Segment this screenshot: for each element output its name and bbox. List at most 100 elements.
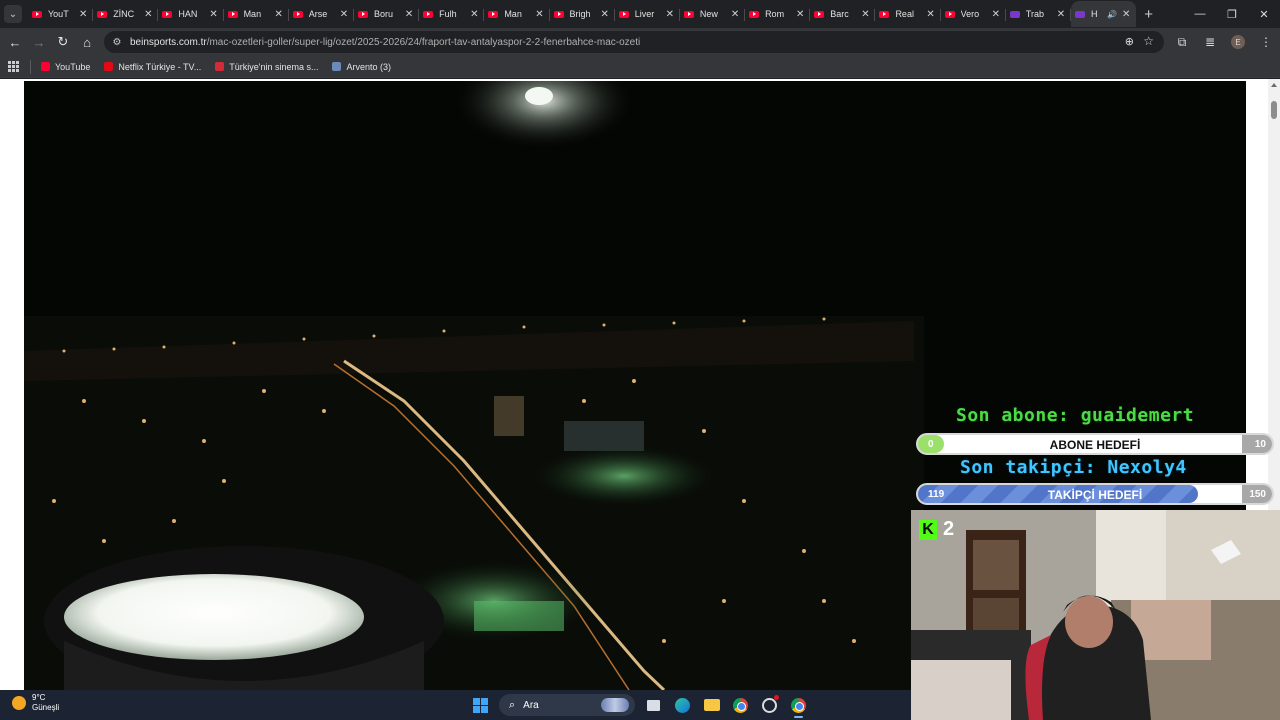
close-tab-icon[interactable]: ✕ bbox=[273, 9, 285, 20]
home-button[interactable]: ⌂ bbox=[75, 30, 99, 54]
forward-button[interactable]: → bbox=[27, 30, 51, 54]
close-tab-icon[interactable]: ✕ bbox=[599, 9, 611, 20]
tab[interactable]: Arse ✕ bbox=[289, 1, 354, 27]
scroll-up-icon[interactable] bbox=[1271, 83, 1277, 87]
obs-button[interactable] bbox=[755, 692, 784, 718]
tab[interactable]: HAN ✕ bbox=[158, 1, 224, 27]
tab[interactable]: Fulh ✕ bbox=[419, 1, 485, 27]
kick-icon: K bbox=[919, 519, 937, 540]
back-button[interactable]: ← bbox=[3, 30, 27, 54]
taskbar-search-placeholder: Ara bbox=[523, 699, 539, 711]
tab[interactable]: Liver ✕ bbox=[615, 1, 680, 27]
close-tab-icon[interactable]: ✕ bbox=[794, 9, 806, 20]
reload-button[interactable]: ↻ bbox=[51, 30, 75, 54]
youtube-icon bbox=[357, 10, 368, 18]
tab-title: H bbox=[1091, 9, 1098, 19]
tab[interactable]: Vero ✕ bbox=[941, 1, 1006, 27]
close-window-button[interactable]: ✕ bbox=[1248, 0, 1280, 28]
tab[interactable]: Boru ✕ bbox=[354, 1, 420, 27]
address-bar[interactable]: ⚙ beinsports.com.tr/mac-ozetleri-goller/… bbox=[104, 31, 1164, 53]
file-explorer-button[interactable] bbox=[697, 692, 726, 718]
bookmark-item[interactable]: YouTube bbox=[41, 62, 90, 72]
bookmark-item[interactable]: Netflix Türkiye - TV... bbox=[104, 62, 201, 72]
close-tab-icon[interactable]: ✕ bbox=[403, 9, 415, 20]
youtube-icon bbox=[814, 10, 825, 18]
bookmark-label: Netflix Türkiye - TV... bbox=[118, 61, 202, 72]
close-tab-icon[interactable]: ✕ bbox=[338, 9, 350, 20]
speaker-icon[interactable]: 🔊 bbox=[1107, 10, 1117, 19]
tab[interactable]: YouT ✕ bbox=[28, 1, 94, 27]
close-tab-icon[interactable]: ✕ bbox=[1055, 9, 1067, 20]
apps-icon[interactable] bbox=[8, 60, 20, 73]
close-tab-icon[interactable]: ✕ bbox=[534, 9, 546, 20]
close-tab-icon[interactable]: ✕ bbox=[208, 9, 220, 20]
tab-title: Trab bbox=[1025, 9, 1044, 19]
tab-title: YouT bbox=[48, 9, 69, 19]
site-info-icon[interactable]: ⚙ bbox=[110, 37, 124, 48]
tab[interactable]: Man ✕ bbox=[484, 1, 550, 27]
tab-title: Fulh bbox=[439, 9, 457, 19]
menu-icon[interactable]: ⋮ bbox=[1252, 35, 1280, 49]
tab[interactable]: H 🔊 ✕ bbox=[1071, 1, 1137, 27]
youtube-icon bbox=[749, 10, 760, 18]
weather-widget[interactable]: 9°C Güneşli bbox=[12, 693, 59, 713]
close-tab-icon[interactable]: ✕ bbox=[468, 9, 480, 20]
tab[interactable]: Barc ✕ bbox=[810, 1, 876, 27]
bookmark-label: Arvento (3) bbox=[346, 61, 392, 72]
streamer-room-image bbox=[911, 510, 1280, 720]
task-view-button[interactable] bbox=[639, 692, 668, 718]
extensions-icon[interactable]: ⧉ bbox=[1168, 35, 1196, 50]
last-follower-text: Son takipçi: Nexoly4 bbox=[960, 457, 1187, 478]
close-tab-icon[interactable]: ✕ bbox=[1120, 9, 1132, 20]
tab-search-button[interactable]: ⌄ bbox=[4, 5, 22, 23]
close-tab-icon[interactable]: ✕ bbox=[77, 9, 89, 20]
task-view-icon bbox=[647, 699, 660, 711]
subscriber-goal-label: ABONE HEDEFİ bbox=[1049, 438, 1141, 452]
chrome-button[interactable] bbox=[726, 692, 755, 718]
close-tab-icon[interactable]: ✕ bbox=[925, 9, 937, 20]
tab[interactable]: Brigh ✕ bbox=[550, 1, 615, 27]
tab[interactable]: New ✕ bbox=[680, 1, 746, 27]
zoom-icon[interactable]: ⊕ bbox=[1125, 35, 1134, 48]
bookmark-star-icon[interactable]: ☆ bbox=[1143, 34, 1154, 48]
edge-icon bbox=[675, 697, 690, 713]
close-tab-icon[interactable]: ✕ bbox=[990, 9, 1002, 20]
windows-logo-icon bbox=[473, 697, 488, 713]
new-tab-button[interactable]: + bbox=[1144, 6, 1158, 23]
tab[interactable]: ZİNC ✕ bbox=[93, 1, 159, 27]
tab[interactable]: Rom ✕ bbox=[745, 1, 811, 27]
start-button[interactable] bbox=[466, 692, 495, 718]
close-tab-icon[interactable]: ✕ bbox=[729, 9, 741, 20]
bookmark-item[interactable]: Arvento (3) bbox=[332, 62, 391, 72]
viewer-count: 2 bbox=[943, 518, 955, 540]
toolbar-right: ⧉ ≣ E ⋮ bbox=[1168, 28, 1280, 56]
chrome-active-button[interactable] bbox=[784, 692, 813, 718]
tab[interactable]: Man ✕ bbox=[224, 1, 289, 27]
taskbar-search[interactable]: ⌕ Ara bbox=[499, 694, 635, 716]
close-tab-icon[interactable]: ✕ bbox=[859, 9, 871, 20]
minimize-button[interactable]: — bbox=[1184, 0, 1216, 28]
tab-title: New bbox=[699, 9, 718, 19]
recording-dot-icon bbox=[774, 695, 779, 700]
close-tab-icon[interactable]: ✕ bbox=[142, 9, 154, 20]
youtube-icon bbox=[879, 10, 890, 18]
tab-title: Rom bbox=[765, 9, 785, 19]
edge-button[interactable] bbox=[668, 692, 697, 718]
url-text[interactable]: beinsports.com.tr/mac-ozetleri-goller/su… bbox=[130, 37, 640, 48]
subscriber-goal-bar: 0 ABONE HEDEFİ 10 bbox=[916, 433, 1274, 455]
bookmark-favicon-icon bbox=[215, 62, 225, 71]
bookmark-list: YouTube Netflix Türkiye - TV... Türkiye'ni… bbox=[41, 62, 405, 72]
url-path: /mac-ozetleri-goller/super-lig/ozet/2025… bbox=[206, 36, 641, 48]
bookmark-item[interactable]: Türkiye'nin sinema s... bbox=[215, 62, 318, 72]
profile-avatar[interactable]: E bbox=[1231, 35, 1245, 49]
reading-list-icon[interactable]: ≣ bbox=[1196, 35, 1224, 49]
close-tab-icon[interactable]: ✕ bbox=[664, 9, 676, 20]
tab[interactable]: Real ✕ bbox=[875, 1, 941, 27]
chrome-icon bbox=[733, 697, 748, 713]
subscriber-goal-max: 10 bbox=[1254, 439, 1266, 450]
tab[interactable]: Trab ✕ bbox=[1006, 1, 1071, 27]
tab-title: Man bbox=[504, 9, 522, 19]
tab-title: Arse bbox=[308, 9, 328, 19]
scrollbar-thumb[interactable] bbox=[1271, 101, 1277, 119]
restore-button[interactable]: ❐ bbox=[1216, 0, 1248, 28]
